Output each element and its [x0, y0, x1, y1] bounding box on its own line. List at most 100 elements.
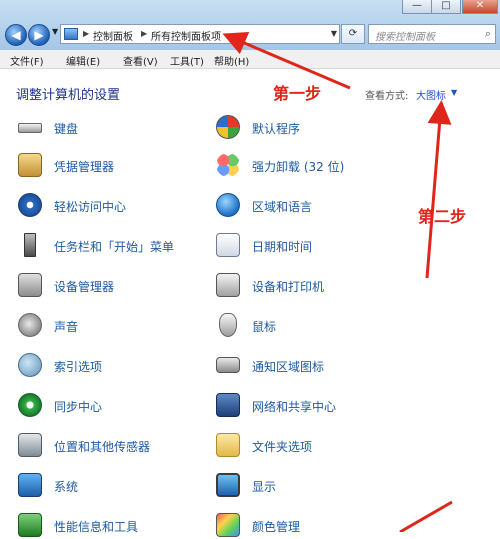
close-button[interactable]: ✕ [462, 0, 498, 14]
item-uninstall[interactable]: 强力卸载 (32 位) [216, 153, 416, 179]
indexing-icon [18, 353, 42, 377]
item-label: 性能信息和工具 [54, 520, 139, 534]
folder-icon [216, 433, 240, 457]
item-label: 任务栏和「开始」菜单 [54, 240, 175, 254]
item-label: 位置和其他传感器 [54, 440, 151, 454]
item-performance[interactable]: 性能信息和工具 [18, 513, 218, 539]
item-keyboard[interactable]: 键盘 [18, 115, 218, 141]
device-manager-icon [18, 273, 42, 297]
window-title-bar: — □ ✕ ◀ ▶ ▼ ▶ 控制面板 ▶ 所有控制面板项 ▼ ⟳ 搜索控制面板 … [0, 0, 500, 50]
item-label: 默认程序 [252, 122, 301, 136]
item-label: 凭据管理器 [54, 160, 115, 174]
view-by-label: 查看方式: [365, 91, 409, 102]
refresh-button[interactable]: ⟳ [341, 24, 365, 44]
view-by-dropdown[interactable]: 大图标 [416, 87, 446, 102]
breadcrumb-chevron-icon[interactable]: ▶ [83, 29, 89, 38]
item-color-management[interactable]: 颜色管理 [216, 513, 416, 539]
item-label: 日期和时间 [252, 240, 313, 254]
annotation-step-1: 第一步 [273, 84, 322, 103]
item-label: 设备管理器 [54, 280, 115, 294]
menu-view[interactable]: 查看(V) [123, 53, 158, 68]
keyboard-icon [18, 123, 42, 133]
address-dropdown-icon[interactable]: ▼ [331, 29, 337, 38]
credential-vault-icon [18, 153, 42, 177]
item-label: 文件夹选项 [252, 440, 313, 454]
performance-icon [18, 513, 42, 537]
sensor-icon [18, 433, 42, 457]
refresh-icon: ⟳ [348, 28, 358, 39]
item-label: 显示 [252, 480, 277, 494]
arrow-right-icon: ▶ [34, 28, 44, 42]
menu-bar: 文件(F) 编辑(E) 查看(V) 工具(T) 帮助(H) [0, 50, 500, 69]
search-input[interactable]: 搜索控制面板 ⌕ [368, 24, 496, 44]
page-title: 调整计算机的设置 [16, 88, 121, 103]
item-label: 网络和共享中心 [252, 400, 337, 414]
item-network-sharing[interactable]: 网络和共享中心 [216, 393, 416, 419]
item-label: 通知区域图标 [252, 360, 325, 374]
ease-of-access-icon [18, 193, 42, 217]
item-device-manager[interactable]: 设备管理器 [18, 273, 218, 299]
forward-button[interactable]: ▶ [28, 24, 50, 46]
item-date-time[interactable]: 日期和时间 [216, 233, 416, 259]
arrow-step-2 [425, 100, 452, 279]
item-label: 强力卸载 (32 位) [252, 160, 345, 174]
item-notification-icons[interactable]: 通知区域图标 [216, 353, 416, 379]
item-label: 系统 [54, 480, 79, 494]
notification-tray-icon [216, 357, 240, 373]
item-label: 同步中心 [54, 400, 103, 414]
arrow-left-icon: ◀ [11, 28, 21, 42]
item-system[interactable]: 系统 [18, 473, 218, 499]
item-label: 轻松访问中心 [54, 200, 127, 214]
address-bar[interactable]: ▶ 控制面板 ▶ 所有控制面板项 ▼ [60, 24, 340, 44]
item-mouse[interactable]: 鼠标 [216, 313, 416, 339]
item-folder-options[interactable]: 文件夹选项 [216, 433, 416, 459]
breadcrumb-all-items[interactable]: 所有控制面板项 [151, 28, 221, 43]
item-label: 鼠标 [252, 320, 277, 334]
item-region-language[interactable]: 区域和语言 [216, 193, 416, 219]
item-label: 颜色管理 [252, 520, 301, 534]
breadcrumb-chevron-icon[interactable]: ▶ [141, 29, 147, 38]
item-default-programs[interactable]: 默认程序 [216, 115, 416, 141]
item-sync-center[interactable]: 同步中心 [18, 393, 218, 419]
recent-pages-dropdown-icon[interactable]: ▼ [52, 27, 58, 36]
system-icon [18, 473, 42, 497]
default-programs-icon [216, 115, 240, 139]
minimize-button[interactable]: — [402, 0, 432, 14]
mouse-icon [219, 313, 237, 337]
item-location-sensors[interactable]: 位置和其他传感器 [18, 433, 218, 459]
globe-icon [216, 193, 240, 217]
color-management-icon [216, 513, 240, 537]
menu-help[interactable]: 帮助(H) [214, 53, 249, 68]
item-label: 索引选项 [54, 360, 103, 374]
search-icon[interactable]: ⌕ [485, 27, 491, 41]
display-icon [216, 473, 240, 497]
calendar-clock-icon [216, 233, 240, 257]
breadcrumb-control-panel[interactable]: 控制面板 [93, 28, 133, 43]
sync-icon [18, 393, 42, 417]
control-panel-icon [64, 28, 78, 40]
item-label: 声音 [54, 320, 79, 334]
menu-tools[interactable]: 工具(T) [170, 53, 204, 68]
menu-file[interactable]: 文件(F) [10, 53, 44, 68]
item-credential-manager[interactable]: 凭据管理器 [18, 153, 218, 179]
search-placeholder: 搜索控制面板 [375, 32, 435, 43]
item-ease-of-access[interactable]: 轻松访问中心 [18, 193, 218, 219]
item-devices-printers[interactable]: 设备和打印机 [216, 273, 416, 299]
network-icon [216, 393, 240, 417]
annotation-step-2: 第二步 [418, 207, 467, 226]
item-label: 键盘 [54, 122, 79, 136]
uninstall-icon [216, 153, 240, 177]
speaker-icon [18, 313, 42, 337]
chevron-down-icon[interactable]: ▼ [451, 88, 457, 97]
item-label: 设备和打印机 [252, 280, 325, 294]
printer-icon [216, 273, 240, 297]
item-taskbar-start-menu[interactable]: 任务栏和「开始」菜单 [18, 233, 218, 259]
item-indexing-options[interactable]: 索引选项 [18, 353, 218, 379]
maximize-button[interactable]: □ [431, 0, 461, 14]
item-display[interactable]: 显示 [216, 473, 416, 499]
item-label: 区域和语言 [252, 200, 313, 214]
menu-edit[interactable]: 编辑(E) [66, 53, 100, 68]
taskbar-icon [24, 233, 36, 257]
back-button[interactable]: ◀ [5, 24, 27, 46]
item-sound[interactable]: 声音 [18, 313, 218, 339]
